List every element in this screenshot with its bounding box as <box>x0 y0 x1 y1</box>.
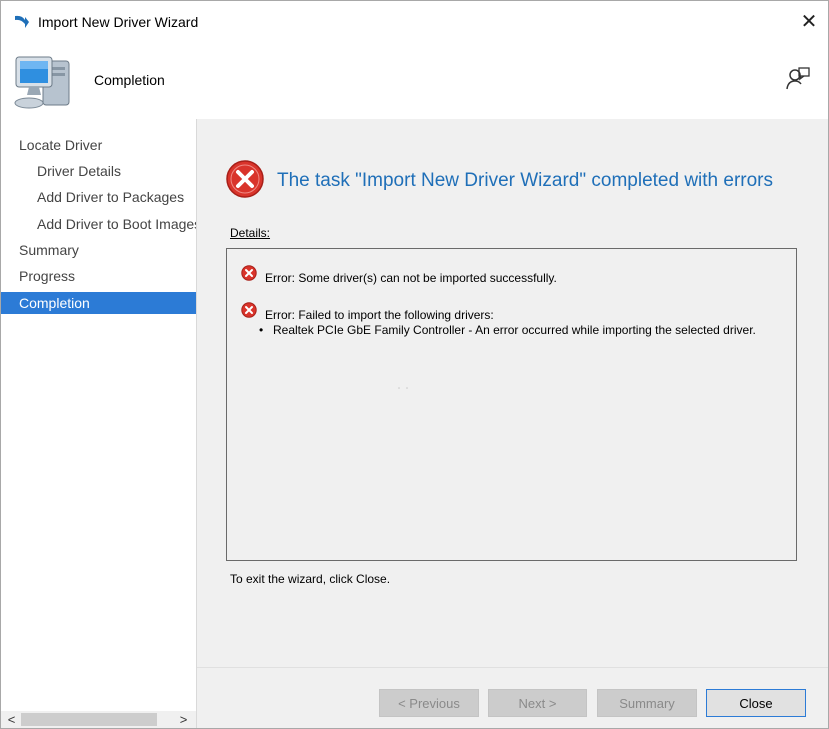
scroll-left-button[interactable]: < <box>3 711 20 728</box>
previous-button[interactable]: < Previous <box>379 689 479 717</box>
scrollbar-thumb[interactable] <box>21 713 157 726</box>
page-title: Completion <box>94 72 165 88</box>
error-icon <box>241 302 257 318</box>
details-label: Details: <box>230 226 271 240</box>
exit-hint: To exit the wizard, click Close. <box>230 572 391 586</box>
error-icon <box>226 160 264 198</box>
summary-button[interactable]: Summary <box>597 689 697 717</box>
wizard-step-list: Locate Driver Driver Details Add Driver … <box>1 119 197 728</box>
error-icon <box>241 265 257 281</box>
details-box[interactable]: Error: Some driver(s) can not be importe… <box>226 248 797 561</box>
nav-horizontal-scrollbar[interactable]: < > <box>1 711 196 728</box>
nav-item-add-driver-to-packages[interactable]: Add Driver to Packages <box>37 186 184 208</box>
nav-item-driver-details[interactable]: Driver Details <box>37 160 121 182</box>
bullet: • <box>259 323 264 337</box>
nav-item-completion[interactable]: Completion <box>1 292 196 314</box>
wizard-header: Completion <box>1 43 828 119</box>
nav-item-progress[interactable]: Progress <box>19 265 75 287</box>
error-message: Error: Some driver(s) can not be importe… <box>265 271 557 285</box>
wizard-window: Import New Driver Wizard ✕ Completion Lo… <box>0 0 829 729</box>
completion-panel: The task "Import New Driver Wizard" comp… <box>197 119 828 667</box>
computer-icon <box>14 56 70 109</box>
close-window-button[interactable]: ✕ <box>794 7 824 37</box>
result-headline: The task "Import New Driver Wizard" comp… <box>277 170 774 191</box>
error-message: Error: Failed to import the following dr… <box>265 308 494 322</box>
scroll-right-button[interactable]: > <box>175 711 192 728</box>
driver-arrow-icon <box>15 15 29 28</box>
nav-item-locate-driver[interactable]: Locate Driver <box>19 134 102 156</box>
nav-item-summary[interactable]: Summary <box>19 239 79 261</box>
close-button[interactable]: Close <box>706 689 806 717</box>
failed-driver-text: Realtek PCIe GbE Family Controller - An … <box>273 323 756 337</box>
next-button[interactable]: Next > <box>488 689 587 717</box>
wizard-footer: < Previous Next > Summary Close <box>197 667 828 728</box>
help-person-icon[interactable] <box>785 65 811 91</box>
title-bar: Import New Driver Wizard ✕ <box>1 1 828 43</box>
faint-marks <box>398 387 408 389</box>
window-title: Import New Driver Wizard <box>38 14 199 30</box>
failed-driver-item: • Realtek PCIe GbE Family Controller - A… <box>259 323 779 337</box>
nav-item-add-driver-to-boot-images[interactable]: Add Driver to Boot Images <box>37 213 196 235</box>
